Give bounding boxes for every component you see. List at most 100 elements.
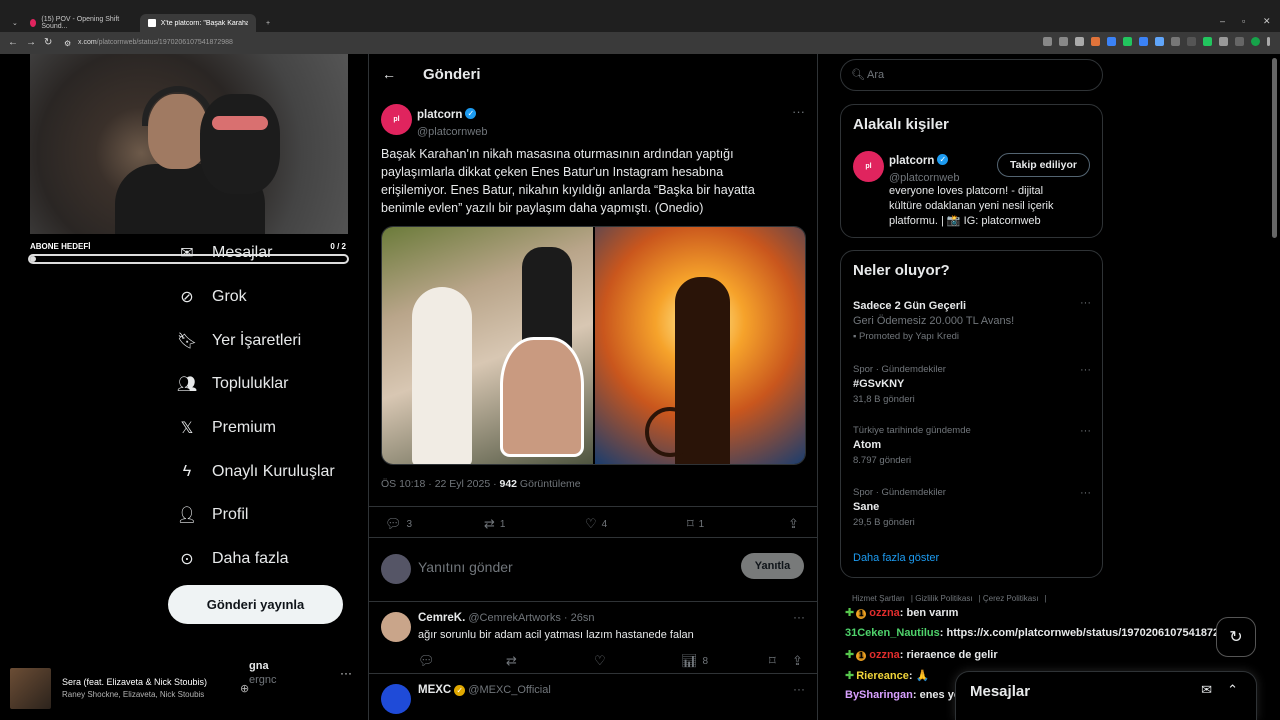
tweet-text: Başak Karahan'ın nikah masasına oturması…	[381, 147, 755, 215]
bookmark-icon[interactable]: ⌑	[769, 653, 781, 669]
nav-bookmarks[interactable]: 🔖︎ Yer İşaretleri	[176, 330, 301, 352]
tweet-media[interactable]	[381, 226, 806, 465]
trend-title: #GSvKNY	[853, 378, 905, 390]
heart-icon[interactable]: ♡	[594, 653, 611, 669]
more-options-icon[interactable]: ···	[793, 610, 805, 624]
extension-icon[interactable]	[1139, 37, 1148, 46]
extension-icon[interactable]	[1171, 37, 1180, 46]
forward-icon[interactable]: →	[26, 37, 36, 48]
tweet-author[interactable]: platcorn ✓ @platcornweb	[417, 105, 487, 138]
reply-input[interactable]: Yanıtını gönder	[418, 559, 513, 575]
profile-avatar-icon[interactable]	[1251, 37, 1260, 46]
list-item[interactable]: MEXC ✓ @MEXC_Official ···	[369, 675, 817, 720]
wedding-photo[interactable]	[382, 227, 593, 464]
share-icon[interactable]: ⇪	[792, 653, 808, 669]
related-handle: @platcornweb	[889, 172, 960, 184]
account-name: gna	[249, 660, 269, 672]
footer-link[interactable]: Gizlilik Politikası	[915, 594, 972, 603]
browser-tab-youtube[interactable]: (15) POV - Opening Shift Sound...	[22, 14, 134, 32]
like-button[interactable]: ♡ 4	[585, 516, 607, 532]
close-window-button[interactable]: ✕	[1263, 16, 1271, 27]
extension-icon[interactable]	[1123, 37, 1132, 46]
more-options-icon[interactable]: ···	[1080, 487, 1091, 499]
maximize-button[interactable]: ▫	[1242, 16, 1245, 26]
account-switcher[interactable]: gna ergnc	[249, 660, 277, 686]
footer-link[interactable]: Çerez Politikası	[983, 594, 1039, 603]
show-more-link[interactable]: Daha fazla göster	[853, 552, 939, 564]
lightning-icon: ϟ	[182, 463, 192, 480]
back-arrow-icon[interactable]: ←	[382, 66, 396, 82]
list-item[interactable]: CemreK. @CemrekArtworks · 26sn ağır soru…	[369, 603, 817, 674]
view-label: Görüntüleme	[517, 478, 581, 490]
related-account[interactable]: platcorn ✓ @platcornweb	[889, 151, 959, 184]
post-button[interactable]: Gönderi yayınla	[168, 585, 343, 624]
chat-text: : https://x.com/platcornweb/status/19702…	[939, 627, 1238, 639]
minimize-button[interactable]: –	[1220, 16, 1225, 26]
new-message-icon[interactable]: ✉	[1201, 682, 1212, 698]
reply-composer: Yanıtını gönder Yanıtla	[369, 540, 817, 602]
reply-submit-button[interactable]: Yanıtla	[741, 553, 804, 579]
retweet-icon[interactable]: ⇄	[506, 653, 522, 669]
footer-link[interactable]: Hizmet Şartları	[852, 594, 905, 603]
url-field[interactable]: x.com/platcornweb/status/197020610754187…	[78, 39, 233, 46]
more-options-icon[interactable]: ···	[1080, 364, 1091, 376]
extensions-puzzle-icon[interactable]	[1219, 37, 1228, 46]
back-icon[interactable]: ←	[8, 37, 18, 48]
nav-more[interactable]: ⊙ Daha fazla	[176, 548, 288, 570]
scrollbar[interactable]	[1272, 58, 1277, 238]
nav-communities[interactable]: 👥︎ Topluluklar	[176, 373, 289, 395]
expand-up-icon[interactable]: ⌃	[1227, 682, 1238, 698]
star-icon[interactable]	[1075, 37, 1084, 46]
extension-icon[interactable]	[1203, 37, 1212, 46]
extension-icon[interactable]	[1235, 37, 1244, 46]
reply-author[interactable]: MEXC	[418, 684, 451, 696]
browser-tab-x[interactable]: X'te platcorn: "Başak Karahan'ı...	[140, 14, 256, 32]
extension-icon[interactable]	[1187, 37, 1196, 46]
main-column: ← Gönderi pl platcorn ✓ @platcornweb ··· …	[368, 54, 818, 720]
nav-messages[interactable]: ✉ Mesajlar	[176, 242, 272, 264]
more-options-icon[interactable]: ···	[793, 682, 805, 696]
browser-menu-icon[interactable]	[1267, 37, 1270, 46]
nav-premium[interactable]: 𝕏 Premium	[176, 417, 276, 439]
trend-item[interactable]: Türkiye tarihinde gündemde Atom 8.797 gö…	[853, 425, 1091, 466]
nav-verified-orgs[interactable]: ϟ Onaylı Kuruluşlar	[176, 461, 335, 483]
reply-button[interactable]: 💬︎ 3	[385, 516, 412, 532]
x-logo-icon: 𝕏	[180, 420, 194, 437]
reload-icon[interactable]: ↻	[44, 37, 52, 48]
extension-icon[interactable]	[1107, 37, 1116, 46]
nav-profile[interactable]: 👤︎ Profil	[176, 504, 249, 526]
reply-author[interactable]: CemreK.	[418, 612, 465, 624]
avatar[interactable]	[381, 684, 411, 714]
trend-item[interactable]: Spor · Gündemdekiler Sane 29,5 B gönderi…	[853, 487, 1091, 528]
site-info-icon[interactable]: ⚙	[64, 39, 71, 48]
search-input[interactable]: 🔍︎ Ara	[840, 59, 1103, 91]
avatar[interactable]: pl	[381, 104, 412, 135]
reply-icon[interactable]: 💬︎	[418, 653, 440, 669]
share-button[interactable]: ⇪	[788, 516, 804, 532]
tweet-timestamp[interactable]: ÖS 10:18 · 22 Eyl 2025 ·	[381, 478, 499, 490]
trend-item[interactable]: Sadece 2 Gün Geçerli Geri Ödemesiz 20.00…	[853, 297, 1091, 342]
messages-drawer[interactable]: Mesajlar ✉ ⌃	[955, 671, 1257, 720]
zoom-icon[interactable]	[1059, 37, 1068, 46]
bookmark-button[interactable]: ⌑ 1	[687, 516, 704, 532]
account-more-icon[interactable]: ···	[340, 666, 352, 680]
trend-item[interactable]: Spor · Gündemdekiler #GSvKNY 31,8 B gönd…	[853, 364, 1091, 405]
sub-badge: 1	[856, 609, 867, 619]
avatar[interactable]	[381, 612, 411, 642]
avatar[interactable]: pl	[853, 151, 884, 182]
grok-floating-icon[interactable]: ↻	[1216, 617, 1256, 657]
retweet-button[interactable]: ⇄ 1	[484, 516, 505, 532]
extension-icon[interactable]	[1091, 37, 1100, 46]
cast-icon[interactable]	[1043, 37, 1052, 46]
more-options-icon[interactable]: ···	[1080, 425, 1091, 437]
more-options-icon[interactable]: ···	[1080, 297, 1091, 309]
silhouette-illustration[interactable]	[593, 227, 805, 464]
nav-grok[interactable]: ⊘ Grok	[176, 286, 246, 308]
views-button[interactable]: 📊︎ 8	[681, 653, 708, 669]
more-options-icon[interactable]: ···	[792, 104, 805, 119]
verified-badge-icon: ✓	[454, 684, 466, 696]
following-button[interactable]: Takip ediliyor	[997, 153, 1090, 177]
new-tab-button[interactable]: +	[258, 14, 278, 32]
extension-icon[interactable]	[1155, 37, 1164, 46]
footer-links: Hizmet Şartları | Gizlilik Politikası | Çe…	[852, 594, 1047, 603]
